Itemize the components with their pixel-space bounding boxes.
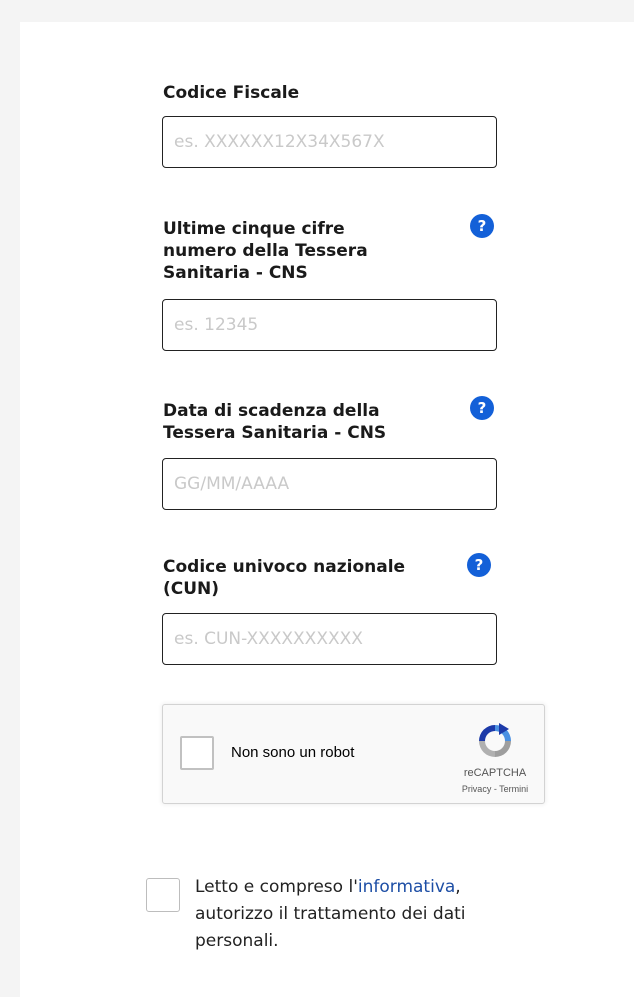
- consent-checkbox[interactable]: [146, 878, 180, 912]
- recaptcha-privacy-link[interactable]: Privacy: [462, 784, 492, 794]
- fiscal-code-input[interactable]: [162, 116, 497, 168]
- expiry-date-help-icon[interactable]: ?: [470, 396, 494, 420]
- informativa-link[interactable]: informativa: [358, 877, 455, 897]
- recaptcha-logo-icon: [479, 723, 511, 757]
- fiscal-code-label: Codice Fiscale: [163, 83, 300, 103]
- recaptcha-terms-link[interactable]: Termini: [499, 784, 528, 794]
- card-digits-help-icon[interactable]: ?: [470, 214, 494, 238]
- recaptcha-link-separator: -: [491, 784, 500, 794]
- expiry-date-input[interactable]: [162, 458, 497, 510]
- recaptcha-widget: Non sono un robot reCAPTCHA Privacy - Te…: [162, 704, 545, 804]
- cun-help-icon[interactable]: ?: [467, 553, 491, 577]
- recaptcha-checkbox[interactable]: [180, 736, 214, 770]
- cun-label: Codice univoco nazionale (CUN): [163, 557, 406, 599]
- recaptcha-links: Privacy - Termini: [443, 784, 547, 794]
- consent-text: Letto e compreso l'informativa, autorizz…: [195, 874, 515, 955]
- recaptcha-label: Non sono un robot: [231, 744, 355, 761]
- recaptcha-brand: reCAPTCHA: [463, 767, 527, 779]
- expiry-date-label: Data di scadenza della Tessera Sanitaria…: [163, 401, 387, 443]
- card-digits-label: Ultime cinque cifre numero della Tessera…: [163, 219, 368, 283]
- cun-input[interactable]: [162, 613, 497, 665]
- consent-text-before: Letto e compreso l': [195, 877, 358, 897]
- card-digits-input[interactable]: [162, 299, 497, 351]
